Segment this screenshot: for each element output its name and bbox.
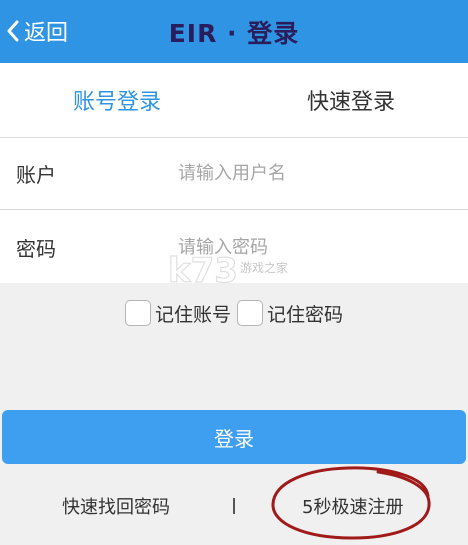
page-title: EIR · 登录	[168, 18, 300, 48]
login-tabs: 账号登录 快速登录	[0, 63, 468, 137]
login-form: 账户 密码	[0, 137, 468, 283]
forgot-password-link[interactable]: 快速找回密码	[62, 490, 170, 522]
remember-password-label: 记住密码	[267, 303, 344, 326]
account-input[interactable]	[178, 153, 468, 194]
links-separator	[233, 498, 235, 514]
remember-password-option[interactable]: 记住密码	[237, 300, 343, 327]
remember-account-option[interactable]: 记住账号	[124, 300, 231, 327]
remember-password-checkbox[interactable]	[237, 300, 263, 326]
header-bar: 返回 EIR · 登录	[0, 0, 468, 63]
tab-account-login[interactable]: 账号登录	[0, 63, 234, 137]
account-label: 账户	[16, 163, 56, 187]
account-row: 账户	[0, 138, 468, 210]
remember-account-label: 记住账号	[154, 303, 231, 326]
quick-register-link[interactable]: 5秒极速注册	[302, 490, 403, 522]
remember-account-checkbox[interactable]	[124, 300, 151, 326]
login-button[interactable]: 登录	[2, 410, 466, 464]
password-label: 密码	[16, 236, 56, 261]
remember-options: 记住账号 记住密码	[0, 296, 468, 330]
tab-quick-login[interactable]: 快速登录	[234, 63, 468, 137]
password-input[interactable]	[178, 227, 468, 267]
password-row: 密码	[0, 211, 468, 283]
